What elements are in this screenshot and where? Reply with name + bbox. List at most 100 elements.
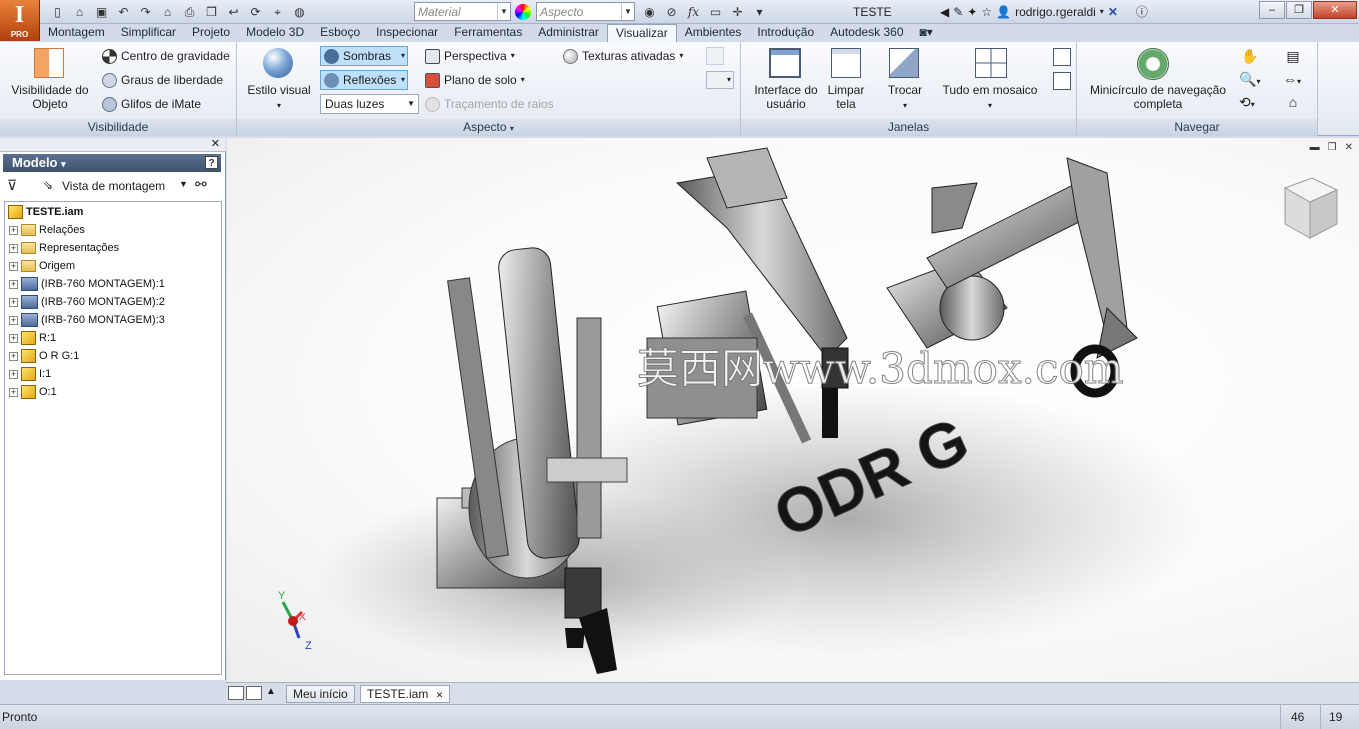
minimize-icon[interactable]: – [1259,1,1285,19]
expand-icon[interactable]: + [9,315,18,325]
expand-icon[interactable]: + [9,297,18,307]
user-interface-button[interactable]: Interface do usuário [747,83,825,111]
tab-home[interactable]: Meu início [286,685,355,703]
redo-icon[interactable]: ↷ [136,3,155,21]
assembly-view-select[interactable]: Vista de montagem [62,179,165,193]
return-icon[interactable]: ↩ [224,3,243,21]
tile-all-button[interactable]: Tudo em mosaico ▾ [937,83,1043,113]
tab-montagem[interactable]: Montagem [40,24,113,42]
close-icon[interactable]: ✕ [211,137,220,150]
tab-projeto[interactable]: Projeto [184,24,238,42]
search-binoculars-icon[interactable]: ✎ [953,5,963,19]
tab-options-icon[interactable]: ◙▾ [912,24,941,42]
aspect-panel-title[interactable]: Aspecto ▾ [237,119,740,136]
switch-button[interactable]: Trocar ▾ [881,83,929,113]
orbit-icon[interactable]: ⟲▾ [1239,94,1269,114]
cascade-windows-icon[interactable] [228,686,244,700]
user-icon[interactable]: 👤 [996,5,1011,19]
home-view-icon[interactable]: ⌂ [1283,94,1303,114]
tab-introdu-o[interactable]: Introdução [749,24,822,42]
previous-view-icon[interactable]: ⇔▾ [1283,71,1313,91]
expand-icon[interactable]: + [9,261,18,271]
copy-icon[interactable]: ❐ [202,3,221,21]
update-icon[interactable]: ⟳ [246,3,265,21]
open-documents-icon[interactable]: ▲ [266,686,276,697]
view-cube-settings-icon[interactable]: ▾ [706,71,734,89]
tile-windows-icon[interactable] [246,686,262,700]
arrow-left-icon[interactable]: ◀ [940,5,949,19]
tab-ferramentas[interactable]: Ferramentas [446,24,530,42]
perspective-button[interactable]: Perspectiva ▾ [425,46,515,66]
expand-icon[interactable]: + [9,351,18,361]
tab-modelo-3d[interactable]: Modelo 3D [238,24,312,42]
appearance-sphere-icon[interactable]: ◍ [290,3,309,21]
undo-icon[interactable]: ↶ [114,3,133,21]
pan-hand-icon[interactable]: ✋ [1239,48,1261,68]
zoom-icon[interactable]: 🔍▾ [1239,71,1269,91]
shadows-toggle[interactable]: Sombras ▾ [320,46,408,66]
tab-simplificar[interactable]: Simplificar [113,24,184,42]
customize-icon[interactable]: ▾ [750,3,769,21]
adjust-icon[interactable]: ◉ [640,3,659,21]
tab-ambientes[interactable]: Ambientes [677,24,750,42]
expand-icon[interactable]: + [9,225,18,235]
tab-inspecionar[interactable]: Inspecionar [368,24,446,42]
ray-tracing-button[interactable]: Traçamento de raios [425,94,554,114]
tree-item[interactable]: + I:1 [5,365,221,383]
browser-title-bar[interactable]: Modelo ▾ ? [3,154,221,172]
close-icon[interactable]: ✕ [1345,142,1353,153]
chevron-down-icon[interactable]: ▾ [1100,7,1104,16]
object-visibility-button[interactable]: Visibilidade do Objeto [6,83,94,111]
help-icon[interactable]: ? [205,156,218,169]
chevron-down-icon[interactable]: ▾ [401,46,407,66]
graphics-viewport[interactable]: ODR G 莫西网www.3dmox.com Y X Z ▬ ❐ ✕ [227,138,1359,682]
display-icon[interactable] [706,47,724,65]
save-icon[interactable]: ▣ [92,3,111,21]
app-logo[interactable]: I PRO [0,0,40,41]
communication-icon[interactable]: ✦ [967,5,977,19]
visual-style-button[interactable]: Estilo visual ▾ [243,83,315,113]
tab-autodesk-360[interactable]: Autodesk 360 [822,24,911,42]
user-name[interactable]: rodrigo.rgeraldi [1015,5,1096,19]
restore-icon[interactable]: ❐ [1286,1,1312,19]
textures-button[interactable]: Texturas ativadas ▾ [563,46,683,66]
tree-item[interactable]: + Relações [5,221,221,239]
clear-appearance-icon[interactable]: ⊘ [662,3,681,21]
look-at-icon[interactable]: ▤ [1283,48,1303,68]
expand-icon[interactable]: + [9,369,18,379]
tree-item[interactable]: + (IRB-760 MONTAGEM):3 [5,311,221,329]
star-icon[interactable]: ☆ [981,5,992,19]
new-window-icon[interactable] [1053,72,1071,90]
lighting-style-select[interactable]: Duas luzes ▼ [320,94,419,114]
expand-icon[interactable]: + [9,279,18,289]
crosshair-icon[interactable]: ✛ [728,3,747,21]
tree-item[interactable]: + (IRB-760 MONTAGEM):2 [5,293,221,311]
close-icon[interactable]: ✕ [436,690,444,700]
expand-icon[interactable]: + [9,333,18,343]
view-cube[interactable] [1283,177,1339,239]
tab-esbo-o[interactable]: Esboço [312,24,368,42]
tab-administrar[interactable]: Administrar [530,24,607,42]
new-icon[interactable]: ▯ [48,3,67,21]
material-combo[interactable]: Material ▼ [414,2,511,21]
clean-screen-button[interactable]: Limpar tela [825,83,867,111]
measure-icon[interactable]: ▭ [706,3,725,21]
chevron-down-icon[interactable]: ▾ [401,70,407,90]
exchange-icon[interactable]: ✕ [1108,5,1118,19]
tree-item[interactable]: + (IRB-760 MONTAGEM):1 [5,275,221,293]
print-icon[interactable]: ⎙ [180,3,199,21]
imate-glyphs-button[interactable]: Glifos de iMate [102,94,201,114]
binoculars-icon[interactable]: ⚯ [195,176,207,193]
reflections-toggle[interactable]: Reflexões ▾ [320,70,408,90]
full-navigation-wheel-button[interactable]: Minicírculo de navegação completa [1083,83,1233,111]
home-icon[interactable]: ⌂ [158,3,177,21]
filter-icon[interactable]: ⊽ [7,177,17,194]
center-of-gravity-button[interactable]: Centro de gravidade [102,46,230,66]
fx-icon[interactable]: fx [684,3,703,21]
tab-teste-iam[interactable]: TESTE.iam ✕ [360,685,451,703]
expand-icon[interactable]: + [9,387,18,397]
expand-icon[interactable]: + [9,243,18,253]
select-icon[interactable]: ⌖ [268,3,287,21]
close-icon[interactable]: ✕ [1313,1,1357,19]
tree-item[interactable]: + Representações [5,239,221,257]
